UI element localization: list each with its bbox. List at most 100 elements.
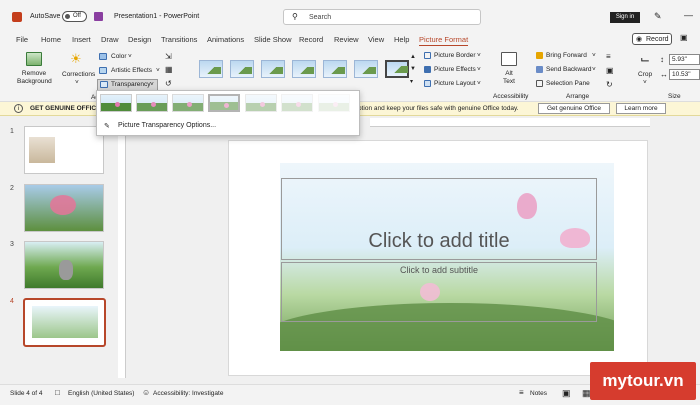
color-icon: [99, 53, 107, 60]
tab-animations[interactable]: Animations: [207, 35, 244, 44]
height-icon: ↕: [660, 55, 664, 64]
send-backward-dropdown-icon[interactable]: ˅: [592, 66, 596, 73]
group-icon[interactable]: ▣: [606, 66, 614, 75]
send-backward-label[interactable]: Send Backward: [546, 66, 592, 73]
autosave-toggle[interactable]: Off: [62, 11, 87, 22]
picture-layout-label[interactable]: Picture Layout: [434, 80, 476, 87]
picture-style-2[interactable]: [230, 60, 254, 78]
tab-help[interactable]: Help: [394, 35, 409, 44]
transparency-preset-95[interactable]: [318, 94, 350, 112]
picture-style-6[interactable]: [354, 60, 378, 78]
tab-view[interactable]: View: [368, 35, 384, 44]
picture-style-5[interactable]: [323, 60, 347, 78]
get-genuine-office-label: Get genuine Office: [546, 105, 602, 112]
remove-background-label[interactable]: Remove Background: [17, 70, 52, 86]
height-field[interactable]: 5.93": [669, 54, 700, 65]
slide-number-3: 3: [10, 241, 14, 248]
normal-view-icon[interactable]: ▣: [562, 388, 571, 399]
share-icon[interactable]: ▣: [680, 33, 688, 42]
record-button[interactable]: ◉ Record: [632, 33, 672, 45]
slide-thumbnail-1[interactable]: [24, 126, 104, 174]
notes-button[interactable]: Notes: [530, 390, 547, 397]
tab-transitions[interactable]: Transitions: [161, 35, 197, 44]
get-genuine-office-button[interactable]: Get genuine Office: [538, 103, 610, 114]
transparency-dropdown-icon[interactable]: ˅: [150, 81, 154, 88]
transparency-label[interactable]: Transparency: [111, 81, 151, 88]
alt-text-label[interactable]: Alt Text: [502, 70, 516, 86]
gallery-scroll-up-icon[interactable]: ▲: [410, 54, 416, 60]
vertical-ruler: [118, 128, 126, 378]
info-icon: i: [14, 104, 23, 113]
artistic-effects-label[interactable]: Artistic Effects: [111, 67, 152, 74]
crop-dropdown-icon[interactable]: ˅: [643, 79, 647, 86]
slide-thumbnail-4-selected[interactable]: [23, 298, 106, 347]
pen-icon[interactable]: ✎: [654, 11, 662, 22]
compress-pictures-icon[interactable]: ⇲: [165, 52, 172, 61]
tab-slide-show[interactable]: Slide Show: [254, 35, 292, 44]
selection-pane-label[interactable]: Selection Pane: [546, 80, 590, 87]
corrections-icon[interactable]: ☀: [70, 51, 82, 67]
picture-border-label[interactable]: Picture Border: [434, 52, 476, 59]
language-status[interactable]: English (United States): [68, 390, 134, 397]
slide-thumbnail-2[interactable]: [24, 184, 104, 232]
change-picture-icon[interactable]: ▦: [165, 65, 173, 74]
bring-forward-dropdown-icon[interactable]: ˅: [592, 52, 596, 59]
transparency-preset-0[interactable]: [100, 94, 132, 112]
bring-forward-icon: [536, 52, 543, 59]
thumbnail-cat: [59, 260, 73, 280]
search-placeholder: Search: [309, 14, 332, 21]
color-dropdown-icon[interactable]: ˅: [128, 53, 132, 60]
learn-more-button[interactable]: Learn more: [616, 103, 666, 114]
transparency-preset-65[interactable]: [245, 94, 277, 112]
slide-thumbnail-3[interactable]: [24, 241, 104, 289]
search-box[interactable]: ⚲ Search: [283, 9, 481, 25]
picture-border-dropdown-icon[interactable]: ˅: [477, 52, 481, 59]
artistic-effects-dropdown-icon[interactable]: ˅: [156, 67, 160, 74]
picture-style-1[interactable]: [199, 60, 223, 78]
reset-picture-icon[interactable]: ↺: [165, 79, 172, 88]
width-field[interactable]: 10.53": [669, 69, 700, 80]
tab-record[interactable]: Record: [299, 35, 323, 44]
transparency-preset-30[interactable]: [172, 94, 204, 112]
picture-style-3[interactable]: [261, 60, 285, 78]
transparency-icon: [100, 81, 108, 88]
slide-counter: Slide 4 of 4: [10, 390, 43, 397]
save-icon[interactable]: [94, 12, 103, 21]
accessibility-group-label: Accessibility: [493, 93, 529, 100]
transparency-preset-15[interactable]: [136, 94, 168, 112]
tab-draw[interactable]: Draw: [101, 35, 119, 44]
sign-in-label: Sign in: [615, 14, 635, 20]
title-placeholder-text: Click to add title: [368, 230, 510, 252]
transparency-preset-80[interactable]: [281, 94, 313, 112]
tab-insert[interactable]: Insert: [72, 35, 91, 44]
tab-review[interactable]: Review: [334, 35, 359, 44]
picture-effects-dropdown-icon[interactable]: ˅: [477, 66, 481, 73]
picture-style-4[interactable]: [292, 60, 316, 78]
sign-in-button[interactable]: Sign in: [610, 12, 640, 23]
alt-text-icon[interactable]: [501, 52, 517, 66]
color-label[interactable]: Color: [111, 53, 127, 60]
picture-transparency-options-item[interactable]: ✎ Picture Transparency Options...: [98, 120, 358, 133]
spellcheck-icon[interactable]: □: [55, 388, 60, 397]
corrections-label[interactable]: Corrections: [62, 71, 95, 78]
accessibility-status[interactable]: Accessibility: Investigate: [153, 390, 223, 397]
align-icon[interactable]: ≡: [606, 52, 611, 61]
gallery-scroll-down-icon[interactable]: ▼: [410, 66, 416, 72]
picture-effects-label[interactable]: Picture Effects: [434, 66, 476, 73]
tab-file[interactable]: File: [16, 35, 28, 44]
tab-home[interactable]: Home: [41, 35, 61, 44]
rotate-icon[interactable]: ↻: [606, 80, 613, 89]
slide-number-1: 1: [10, 128, 14, 135]
transparency-preset-50[interactable]: [208, 94, 240, 112]
remove-background-icon[interactable]: [26, 52, 42, 66]
bring-forward-label[interactable]: Bring Forward: [546, 52, 587, 59]
picture-style-7[interactable]: [385, 60, 409, 78]
tab-design[interactable]: Design: [128, 35, 151, 44]
minimize-icon[interactable]: —: [684, 10, 693, 20]
picture-layout-dropdown-icon[interactable]: ˅: [477, 80, 481, 87]
gallery-more-icon[interactable]: ▾: [410, 78, 413, 85]
corrections-dropdown-icon[interactable]: ˅: [75, 79, 79, 86]
crop-icon[interactable]: ⌙: [640, 52, 650, 66]
crop-label[interactable]: Crop: [638, 71, 652, 78]
document-title: Presentation1 - PowerPoint: [114, 13, 200, 20]
